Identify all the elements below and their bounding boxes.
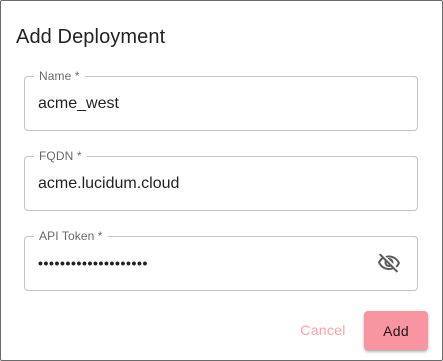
eye-off-icon[interactable] — [377, 251, 401, 275]
name-field-label: Name * — [34, 69, 85, 83]
dialog-title: Add Deployment — [16, 26, 166, 48]
fqdn-field[interactable]: FQDN * acme.lucidum.cloud — [24, 149, 418, 211]
api-token-field-label: API Token * — [34, 229, 108, 243]
name-field[interactable]: Name * acme_west — [24, 69, 418, 131]
fqdn-input[interactable]: acme.lucidum.cloud — [38, 174, 179, 194]
fqdn-field-label: FQDN * — [34, 149, 87, 163]
api-token-field[interactable]: API Token * •••••••••••••••••••• — [24, 229, 418, 291]
add-deployment-dialog: Add Deployment Name * acme_west FQDN * a… — [0, 0, 443, 361]
cancel-button[interactable]: Cancel — [290, 312, 356, 348]
api-token-input[interactable]: •••••••••••••••••••• — [38, 253, 148, 273]
add-button[interactable]: Add — [364, 311, 428, 350]
name-input[interactable]: acme_west — [38, 94, 119, 114]
